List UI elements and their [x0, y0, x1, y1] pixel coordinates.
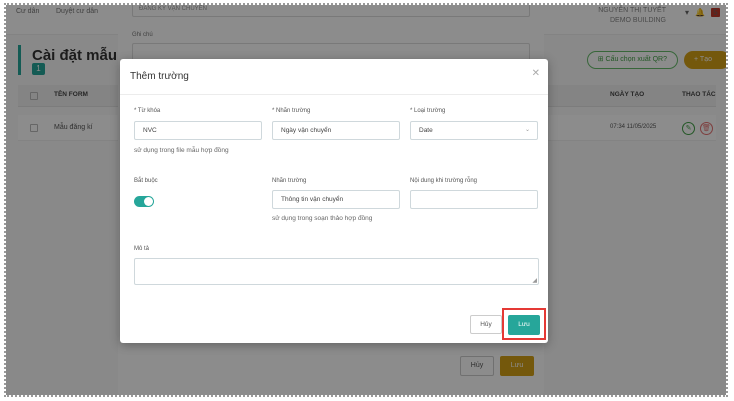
- field-type-value: Date: [419, 127, 433, 134]
- empty-content-label: Nội dung khi trường rỗng: [410, 178, 477, 184]
- description-label: Mô tả: [134, 246, 150, 252]
- save-highlight-box: [502, 308, 546, 340]
- add-field-modal: Thêm trường ✕ * Từ khóa NVC sử dụng tron…: [120, 59, 548, 343]
- empty-content-input[interactable]: [410, 190, 538, 209]
- cancel-button[interactable]: Hủy: [470, 315, 502, 334]
- required-toggle[interactable]: [134, 196, 154, 207]
- key-input[interactable]: NVC: [134, 121, 262, 140]
- chevron-down-icon: ⌄: [524, 127, 530, 133]
- resize-handle-icon[interactable]: ◢: [532, 277, 537, 284]
- field-type-select[interactable]: Date ⌄: [410, 121, 538, 140]
- key-label: * Từ khóa: [134, 108, 161, 114]
- toggle-knob: [144, 197, 153, 206]
- field-name-input[interactable]: Ngày vận chuyển: [272, 121, 400, 140]
- screenshot-frame: Cư dân Duyệt cư dân NGUYỄN THỊ TUYẾT DEM…: [4, 3, 728, 397]
- field-type-label: * Loại trường: [410, 108, 446, 114]
- modal-title: Thêm trường: [130, 71, 189, 82]
- field-label-label: Nhãn trường: [272, 178, 307, 184]
- field-label-input[interactable]: Thông tin vận chuyển: [272, 190, 400, 209]
- field-name-label: * Nhãn trường: [272, 108, 311, 114]
- required-label: Bắt buộc: [134, 178, 158, 184]
- field-label-hint: sử dụng trong soạn thảo hợp đồng: [272, 215, 373, 222]
- modal-header: Thêm trường ✕: [120, 59, 548, 95]
- description-textarea[interactable]: ◢: [134, 258, 539, 285]
- key-hint: sử dụng trong file mẫu hợp đồng: [134, 147, 229, 154]
- close-icon[interactable]: ✕: [532, 68, 540, 79]
